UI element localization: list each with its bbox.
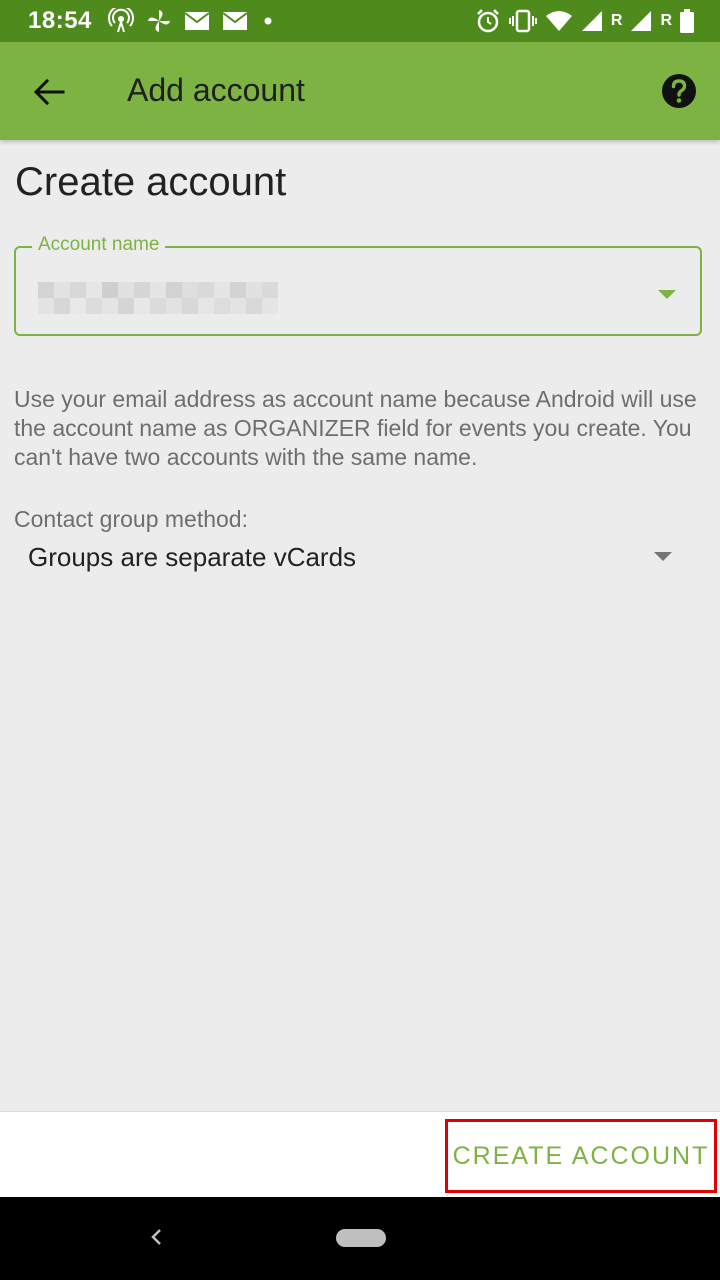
account-name-field[interactable]: Account name — [14, 234, 702, 336]
alarm-icon — [475, 8, 501, 34]
app-bar: Add account — [0, 42, 720, 140]
mail-icon — [222, 11, 248, 31]
chevron-down-icon[interactable] — [658, 290, 676, 299]
vibrate-icon — [508, 9, 537, 33]
arrow-left-icon — [33, 78, 65, 106]
contact-group-method-value: Groups are separate vCards — [28, 542, 357, 572]
account-name-help-text: Use your email address as account name b… — [14, 386, 697, 470]
signal-icon — [630, 10, 652, 32]
battery-icon — [680, 9, 694, 33]
pinwheel-icon — [146, 8, 172, 34]
chevron-down-icon — [654, 552, 672, 561]
dot-icon — [260, 13, 276, 29]
screen: 18:54 R R Add account Create account Acc… — [0, 0, 720, 1280]
help-button[interactable] — [660, 72, 698, 110]
hotspot-icon — [108, 8, 134, 34]
roaming-indicator: R — [660, 12, 672, 29]
status-right-icons: R R — [475, 8, 694, 34]
status-left-icons — [108, 8, 276, 34]
account-name-label: Account name — [32, 234, 166, 256]
account-name-value-obscured — [38, 282, 278, 314]
nav-home-pill-icon[interactable] — [336, 1229, 386, 1247]
help-circle-icon — [662, 74, 696, 108]
navigation-bar — [0, 1197, 720, 1280]
page-heading: Create account — [15, 160, 287, 204]
roaming-indicator: R — [610, 12, 623, 29]
app-bar-title: Add account — [127, 72, 305, 108]
nav-back-icon[interactable] — [146, 1225, 166, 1254]
wifi-icon — [545, 10, 573, 32]
status-bar: 18:54 R R — [0, 0, 720, 42]
status-time: 18:54 — [28, 7, 92, 34]
contact-group-method-label: Contact group method: — [14, 506, 248, 532]
bottom-action-bar: CREATE ACCOUNT — [0, 1111, 720, 1198]
mail-icon — [184, 11, 210, 31]
back-button[interactable] — [26, 69, 72, 115]
create-account-button[interactable]: CREATE ACCOUNT — [445, 1119, 717, 1193]
contact-group-method-select[interactable]: Groups are separate vCards — [0, 530, 720, 586]
signal-icon — [581, 10, 603, 32]
